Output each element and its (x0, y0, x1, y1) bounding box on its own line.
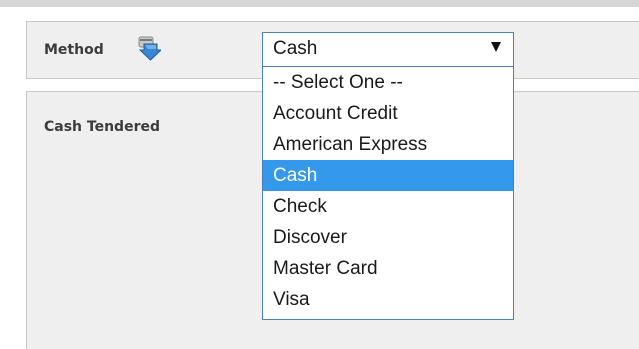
payment-method-icon (135, 35, 163, 61)
option-account-credit[interactable]: Account Credit (263, 98, 513, 129)
chevron-down-icon (491, 42, 501, 52)
option-discover[interactable]: Discover (263, 222, 513, 253)
method-label: Method (44, 42, 104, 58)
option-check[interactable]: Check (263, 191, 513, 222)
option-master-card[interactable]: Master Card (263, 253, 513, 284)
method-select[interactable]: Cash (262, 32, 514, 67)
method-dropdown-list: -- Select One -- Account Credit American… (262, 67, 514, 320)
option-cash[interactable]: Cash (263, 160, 513, 191)
method-select-value: Cash (273, 38, 318, 59)
option-american-express[interactable]: American Express (263, 129, 513, 160)
top-separator-bar (0, 0, 639, 7)
option-select-one[interactable]: -- Select One -- (263, 67, 513, 98)
cash-tendered-label: Cash Tendered (44, 119, 160, 135)
option-visa[interactable]: Visa (263, 284, 513, 315)
